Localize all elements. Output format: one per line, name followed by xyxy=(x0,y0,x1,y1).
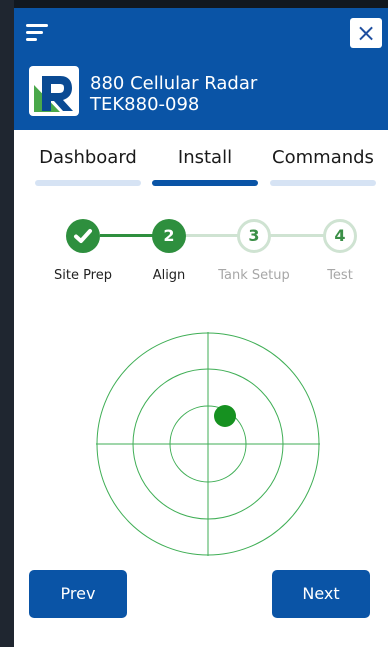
close-icon: × xyxy=(355,19,377,47)
step-connector-pending-2 xyxy=(270,234,324,237)
tab-install-indicator xyxy=(152,180,258,186)
tab-commands[interactable]: Commands xyxy=(270,130,376,192)
device-title: 880 Cellular Radar TEK880-098 xyxy=(90,73,257,115)
step-test-number: 4 xyxy=(334,226,346,245)
top-strip xyxy=(0,0,388,8)
step-align-number: 2 xyxy=(163,226,175,245)
step-tank-setup-number: 3 xyxy=(248,226,260,245)
step-site-prep-label: Site Prep xyxy=(53,268,112,283)
step-tank-setup[interactable]: 3 xyxy=(237,219,271,253)
tab-commands-label: Commands xyxy=(272,147,374,168)
brand-logo xyxy=(29,66,79,116)
menu-icon[interactable] xyxy=(26,22,50,44)
check-icon xyxy=(74,229,92,243)
next-button-label: Next xyxy=(302,584,340,603)
r-logo-icon xyxy=(33,70,75,112)
step-test[interactable]: 4 xyxy=(323,219,357,253)
alignment-radar xyxy=(96,332,320,556)
tab-install-label: Install xyxy=(177,147,233,168)
step-align-label: Align xyxy=(152,268,186,283)
tab-dashboard[interactable]: Dashboard xyxy=(35,130,141,192)
tab-dashboard-label: Dashboard xyxy=(39,147,137,168)
install-stepper: 2 3 4 Site Prep Align Tank Setup Test xyxy=(14,208,388,298)
tab-dashboard-indicator xyxy=(35,180,141,186)
tab-commands-indicator xyxy=(270,180,376,186)
app-header: × 880 Cellular Radar TEK880-098 xyxy=(14,8,388,130)
tab-bar: Dashboard Install Commands xyxy=(14,130,388,192)
left-border xyxy=(0,0,14,647)
prev-button[interactable]: Prev xyxy=(29,570,127,618)
step-site-prep[interactable] xyxy=(66,219,100,253)
device-id: TEK880-098 xyxy=(90,94,200,115)
alignment-indicator-dot xyxy=(214,405,236,427)
step-connector-pending-1 xyxy=(185,234,239,237)
device-frame: × 880 Cellular Radar TEK880-098 Dashboar… xyxy=(0,0,388,647)
close-button[interactable]: × xyxy=(350,18,382,48)
tab-install[interactable]: Install xyxy=(152,130,258,192)
step-tank-setup-label: Tank Setup xyxy=(218,268,290,283)
app-panel: × 880 Cellular Radar TEK880-098 Dashboar… xyxy=(14,8,388,647)
step-align[interactable]: 2 xyxy=(152,219,186,253)
step-connector-complete xyxy=(100,234,154,237)
prev-button-label: Prev xyxy=(60,584,96,603)
step-test-label: Test xyxy=(327,268,353,283)
next-button[interactable]: Next xyxy=(272,570,370,618)
device-name: 880 Cellular Radar xyxy=(90,73,258,94)
